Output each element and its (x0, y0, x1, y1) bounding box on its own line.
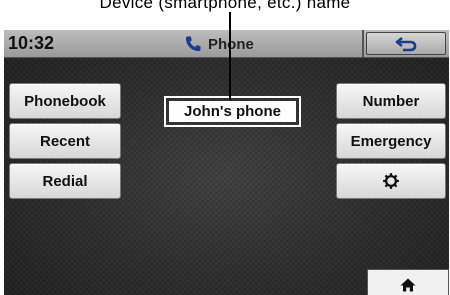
back-arrow-icon (394, 36, 418, 52)
number-button[interactable]: Number (336, 83, 446, 119)
device-name-callout: Device (smartphone, etc.) name (99, 0, 351, 12)
back-button[interactable] (366, 32, 446, 55)
home-button[interactable] (367, 269, 449, 295)
settings-button[interactable] (336, 163, 446, 199)
redial-button[interactable]: Redial (9, 163, 121, 199)
recent-button[interactable]: Recent (9, 123, 121, 159)
screen-title: Phone (184, 35, 254, 53)
device-name: John's phone (168, 100, 297, 123)
home-icon (400, 274, 416, 292)
status-bar: 10:32 Phone (4, 30, 449, 58)
phone-screen: 10:32 Phone Phonebook Recent Redial John… (4, 30, 449, 295)
gear-icon (382, 172, 400, 190)
device-name-box: John's phone (164, 96, 301, 127)
status-divider (362, 30, 364, 57)
clock: 10:32 (8, 33, 55, 53)
callout-leader-line (229, 12, 231, 100)
emergency-button[interactable]: Emergency (336, 123, 446, 159)
phone-handset-icon (184, 35, 202, 53)
phonebook-button[interactable]: Phonebook (9, 83, 121, 119)
